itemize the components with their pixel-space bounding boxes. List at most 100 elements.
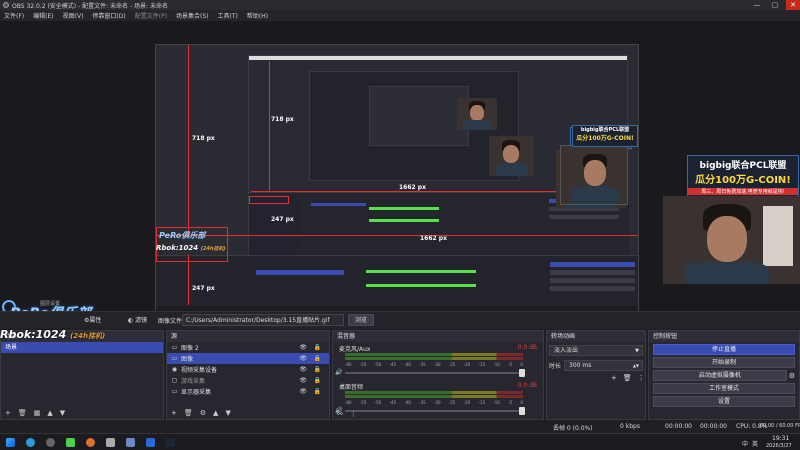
obs-logo-icon xyxy=(3,2,9,8)
meter-ticks: -60 -55 -50 -45 -40 -35 -30 -25 -20 -15 -10 -5 0 xyxy=(345,400,523,405)
status-bar: 丢帧 0 (0.0%) 0 kbps 00:00:00 00:00:00 CPU… xyxy=(0,420,800,433)
down-icon[interactable]: ▼ xyxy=(225,409,230,417)
properties-button[interactable]: ⚙属性 xyxy=(84,315,101,324)
menu-tools[interactable]: 工具(T) xyxy=(218,11,238,20)
start-recording-button[interactable]: 开始录制 xyxy=(653,357,795,368)
filter-icon: ◐ xyxy=(128,317,134,324)
track-db: 0.0 dB xyxy=(517,382,537,389)
close-icon[interactable]: ✕ xyxy=(786,0,800,10)
image-path-input[interactable]: C:/Users/Administrator/Desktop/3.15直播贴片.… xyxy=(182,314,344,326)
source-item[interactable]: ▭ 图像 👁 🔒 xyxy=(167,353,329,364)
game-icon: ▢ xyxy=(171,377,178,384)
controls-dock: 控制按钮 停止直播 开始录制 启动虚拟摄像机 ⚙ 工作室模式 设置 xyxy=(648,330,800,420)
level-meter xyxy=(345,391,523,394)
nested-obs-inner2 xyxy=(369,86,469,146)
volume-slider[interactable] xyxy=(345,369,525,377)
clock-date: 2026/3/27 xyxy=(766,443,792,449)
virtual-camera-button[interactable]: 启动虚拟摄像机 xyxy=(653,370,787,381)
source-item[interactable]: ▢ 游戏采集 👁 🔒 xyxy=(167,375,329,386)
sources-dock: 源 ▭ 图像 2 👁 🔒 ▭ 图像 👁 🔒 ◉ 视频采集设备 👁 🔒 ▢ 游戏采集 👁 🔒 ▭ 显… xyxy=(166,330,330,420)
browse-button[interactable]: 浏览 xyxy=(348,314,374,326)
secondary-banner: bigbig联合PCL联盟 瓜分100万G-COIN! xyxy=(572,125,638,147)
menu-file[interactable]: 文件(F) xyxy=(4,11,24,20)
source-item[interactable]: ▭ 图像 2 👁 🔒 xyxy=(167,342,329,353)
mini-title: 图层设置 xyxy=(40,301,61,307)
settings-taskbar-icon[interactable] xyxy=(106,438,115,447)
ime-indicator[interactable]: 中 xyxy=(742,439,748,448)
app-icon[interactable] xyxy=(146,438,155,447)
nested-cam-mid xyxy=(489,136,534,176)
gear-icon[interactable]: ⚙ xyxy=(200,409,206,417)
duration-input[interactable]: 300 ms ▲▼ xyxy=(564,360,643,371)
eye-icon[interactable]: 👁 xyxy=(299,355,307,362)
app-icon[interactable] xyxy=(86,438,95,447)
grid-icon[interactable]: ▦ xyxy=(34,409,41,417)
link-icon[interactable]: ⚯ xyxy=(337,410,343,418)
up-icon[interactable]: ▲ xyxy=(47,409,52,417)
stream-time: 00:00:00 xyxy=(665,423,692,430)
guide-vertical-247 xyxy=(188,255,189,305)
eye-icon[interactable]: 👁 xyxy=(299,388,307,395)
down-icon[interactable]: ▼ xyxy=(60,409,65,417)
settings-button[interactable]: 设置 xyxy=(653,396,795,407)
eye-icon[interactable]: 👁 xyxy=(299,366,307,373)
track-name: 麦克风/Aux xyxy=(339,346,371,353)
speaker-icon[interactable]: 🔊 xyxy=(335,369,342,376)
menu-help[interactable]: 帮助(H) xyxy=(247,11,268,20)
lock-icon[interactable]: 🔒 xyxy=(314,344,321,351)
lang-indicator[interactable]: 英 xyxy=(752,439,758,448)
menu-scene-collection[interactable]: 场景集合(S) xyxy=(176,11,209,20)
scene-item[interactable]: 场景 xyxy=(1,342,163,353)
filters-button[interactable]: ◐ 滤镜 xyxy=(128,315,147,324)
source-item[interactable]: ◉ 视频采集设备 👁 🔒 xyxy=(167,364,329,375)
edge-icon[interactable] xyxy=(26,438,35,447)
mixer-track-mic: 麦克风/Aux 0.0 dB -60 -55 -50 -45 -40 -35 -30 -25-… xyxy=(333,342,543,380)
windows-start-icon[interactable] xyxy=(6,438,15,447)
menu-profile[interactable]: 配置文件(P) xyxy=(135,11,167,20)
menu-view[interactable]: 视图(V) xyxy=(63,11,84,20)
stop-streaming-button[interactable]: 停止直播 xyxy=(653,344,795,355)
guide-vertical-718 xyxy=(188,45,189,235)
menu-icon[interactable]: ⋮ xyxy=(350,410,357,418)
lock-icon[interactable]: 🔒 xyxy=(314,388,321,395)
trash-icon[interactable]: 🗑 xyxy=(184,409,193,417)
source-item[interactable]: ▭ 显示器采集 👁 🔒 xyxy=(167,386,329,397)
obs-taskbar-icon[interactable] xyxy=(46,438,55,447)
gear-icon[interactable]: ⚙ xyxy=(789,372,795,380)
menu-icon[interactable]: ⋮ xyxy=(638,374,645,382)
steam-icon[interactable] xyxy=(166,438,175,447)
eye-icon[interactable]: 👁 xyxy=(299,377,307,384)
lock-icon[interactable]: 🔒 xyxy=(314,377,321,384)
level-meter xyxy=(345,395,523,398)
preview-area[interactable]: 1662 px 247 px 718 px 718 px 1662 px 247… xyxy=(0,21,800,316)
up-icon[interactable]: ▲ xyxy=(213,409,218,417)
monitor-icon: ▭ xyxy=(171,388,178,395)
slider-knob[interactable] xyxy=(519,369,525,377)
menu-edit[interactable]: 编辑(E) xyxy=(33,11,53,20)
main-webcam xyxy=(663,196,800,284)
studio-mode-button[interactable]: 工作室模式 xyxy=(653,383,795,394)
menu-bar: 文件(F) 编辑(E) 视图(V) 停靠窗口(D) 配置文件(P) 场景集合(S… xyxy=(0,10,800,21)
source-toolbar: 图层设置 ⚙属性 ◐ 滤镜 图像文件 C:/Users/Administrato… xyxy=(0,301,800,329)
eye-icon[interactable]: 👁 xyxy=(299,344,307,351)
maximize-icon[interactable]: ▢ xyxy=(768,0,782,10)
transition-select[interactable]: 淡入淡出 ▼ xyxy=(549,345,643,356)
camera-icon: ◉ xyxy=(171,366,178,373)
nested-guide-box xyxy=(249,196,289,204)
lock-icon[interactable]: 🔒 xyxy=(314,355,321,362)
nested-label-247: 247 px xyxy=(271,216,294,223)
trash-icon[interactable]: 🗑 xyxy=(623,374,632,382)
lock-icon[interactable]: 🔒 xyxy=(314,366,321,373)
app-icon[interactable] xyxy=(126,438,135,447)
add-icon[interactable]: + xyxy=(171,409,177,417)
add-icon[interactable]: + xyxy=(611,374,617,382)
minimize-icon[interactable]: — xyxy=(750,0,764,10)
app-icon[interactable] xyxy=(66,438,75,447)
stepper-icon[interactable]: ▲▼ xyxy=(633,361,639,371)
add-icon[interactable]: + xyxy=(5,409,11,417)
image-icon: ▭ xyxy=(171,355,178,362)
trash-icon[interactable]: 🗑 xyxy=(18,409,27,417)
image-icon: ▭ xyxy=(171,344,178,351)
nested-label-1662: 1662 px xyxy=(399,184,426,191)
menu-docks[interactable]: 停靠窗口(D) xyxy=(92,11,125,20)
